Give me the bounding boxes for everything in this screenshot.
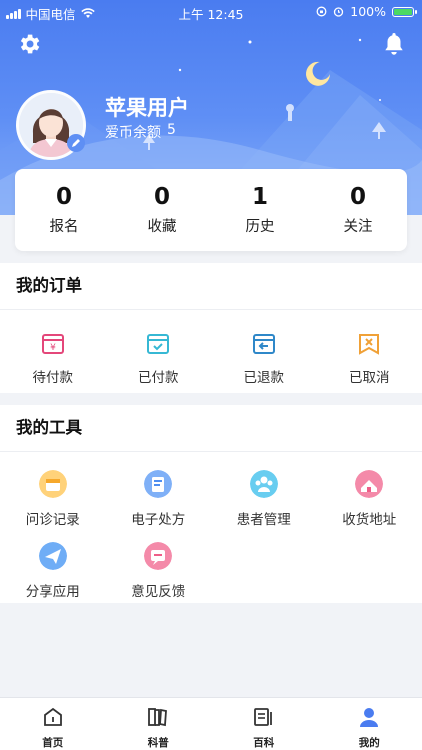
balance-value: 5 — [167, 122, 176, 138]
stat-signup[interactable]: 0 报名 — [15, 169, 113, 251]
tool-shipping-address[interactable]: 收货地址 — [317, 470, 422, 528]
tool-label: 意见反馈 — [131, 584, 186, 600]
tool-label: 患者管理 — [236, 512, 291, 528]
stat-following[interactable]: 0 关注 — [309, 169, 407, 251]
stat-label: 收藏 — [147, 219, 177, 235]
rotation-lock-icon — [316, 6, 327, 17]
my-orders-section: 我的订单 ¥ 待付款 已付款 已退款 已取消 — [0, 263, 422, 393]
order-pending-payment[interactable]: ¥ 待付款 — [0, 332, 106, 386]
paid-icon — [147, 334, 170, 354]
encyclopedia-icon — [253, 708, 272, 726]
stat-value: 0 — [55, 184, 72, 210]
feedback-icon — [144, 542, 173, 570]
order-paid[interactable]: 已付款 — [106, 332, 212, 386]
edit-pencil-icon[interactable] — [66, 133, 86, 153]
section-title: 我的订单 — [0, 263, 422, 310]
pending-payment-icon: ¥ — [41, 334, 64, 354]
bottom-tab-bar: 首页 科普 百科 我的 — [0, 697, 422, 750]
order-label: 已付款 — [138, 370, 179, 386]
refund-icon — [252, 334, 275, 354]
balance-label: 爱币余额 — [105, 125, 161, 141]
tool-feedback[interactable]: 意见反馈 — [106, 542, 212, 600]
cancelled-icon — [359, 334, 380, 355]
tool-e-prescription[interactable]: 电子处方 — [106, 470, 212, 528]
tool-label: 问诊记录 — [25, 512, 80, 528]
stat-favorites[interactable]: 0 收藏 — [113, 169, 211, 251]
tab-encyclopedia[interactable]: 百科 — [211, 698, 317, 750]
stats-card: 0 报名 0 收藏 1 历史 0 关注 — [15, 169, 407, 251]
my-tools-section: 我的工具 问诊记录 电子处方 患者管理 收货地址 分享应用 意见反馈 — [0, 405, 422, 603]
section-title: 我的工具 — [0, 405, 422, 452]
stat-label: 关注 — [343, 219, 373, 235]
tool-share-app[interactable]: 分享应用 — [0, 542, 106, 600]
order-label: 待付款 — [32, 370, 74, 386]
tool-label: 分享应用 — [25, 584, 80, 600]
tool-label: 收货地址 — [342, 512, 397, 528]
tab-label: 我的 — [358, 737, 380, 749]
username: 苹果用户 — [105, 96, 189, 120]
order-label: 已退款 — [243, 370, 285, 386]
battery-percent: 100% — [350, 4, 386, 19]
coin-balance: 爱币余额 5 — [105, 122, 176, 142]
tab-label: 科普 — [147, 737, 169, 749]
stat-value: 1 — [251, 184, 268, 210]
alarm-icon — [334, 7, 344, 17]
stat-label: 报名 — [49, 219, 79, 235]
tab-label: 百科 — [253, 737, 275, 749]
tool-patient-management[interactable]: 患者管理 — [211, 470, 317, 528]
battery-icon — [392, 6, 417, 17]
stat-label: 历史 — [245, 219, 275, 235]
shipping-address-icon — [355, 470, 384, 498]
status-bar: 中国电信 上午 12:45 100% — [0, 0, 422, 22]
e-prescription-icon — [144, 470, 173, 498]
stat-value: 0 — [349, 184, 366, 210]
tab-science[interactable]: 科普 — [106, 698, 212, 750]
science-book-icon — [148, 708, 168, 727]
tab-home[interactable]: 首页 — [0, 698, 106, 750]
order-cancelled[interactable]: 已取消 — [317, 332, 422, 386]
stat-value: 0 — [153, 184, 170, 210]
order-refunded[interactable]: 已退款 — [211, 332, 317, 386]
order-label: 已取消 — [349, 370, 390, 386]
tab-mine[interactable]: 我的 — [317, 698, 422, 750]
share-app-icon — [38, 542, 67, 570]
home-icon — [43, 707, 62, 726]
tool-label: 电子处方 — [131, 512, 186, 528]
settings-gear-icon[interactable] — [16, 31, 42, 57]
patient-management-icon — [249, 470, 278, 498]
stat-history[interactable]: 1 历史 — [211, 169, 309, 251]
tab-label: 首页 — [42, 737, 64, 749]
notification-bell-icon[interactable] — [382, 31, 406, 57]
consultation-record-icon — [38, 470, 67, 498]
tool-consultation-record[interactable]: 问诊记录 — [0, 470, 106, 528]
svg-text:¥: ¥ — [50, 343, 56, 353]
profile-icon — [360, 708, 379, 727]
